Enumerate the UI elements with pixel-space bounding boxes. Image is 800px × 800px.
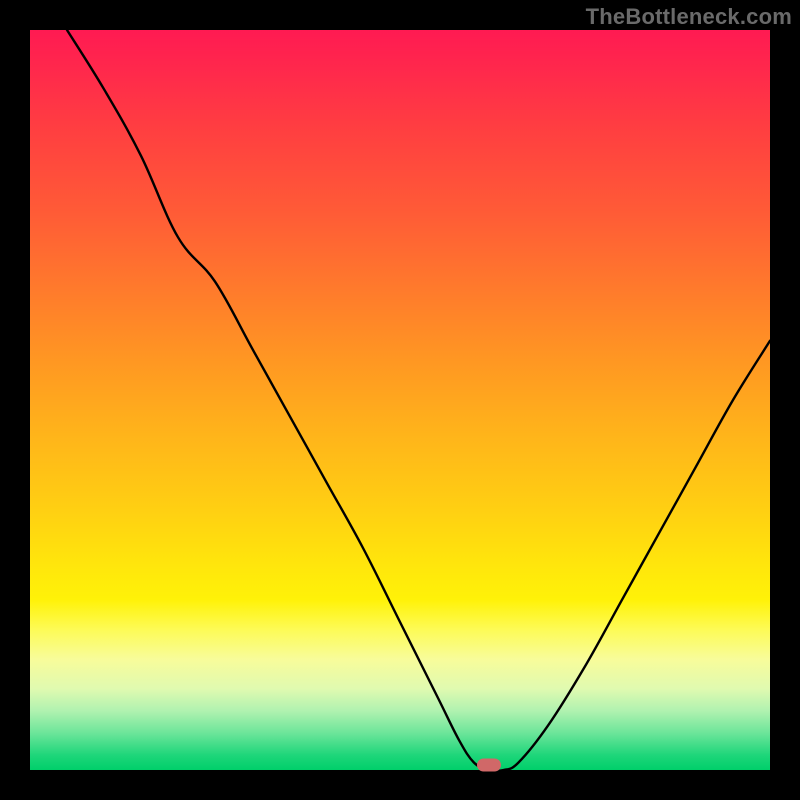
chart-frame: TheBottleneck.com xyxy=(0,0,800,800)
watermark-text: TheBottleneck.com xyxy=(586,4,792,30)
curve-svg xyxy=(30,30,770,770)
plot-area xyxy=(30,30,770,770)
bottleneck-curve xyxy=(67,30,770,770)
optimal-marker xyxy=(477,758,501,771)
